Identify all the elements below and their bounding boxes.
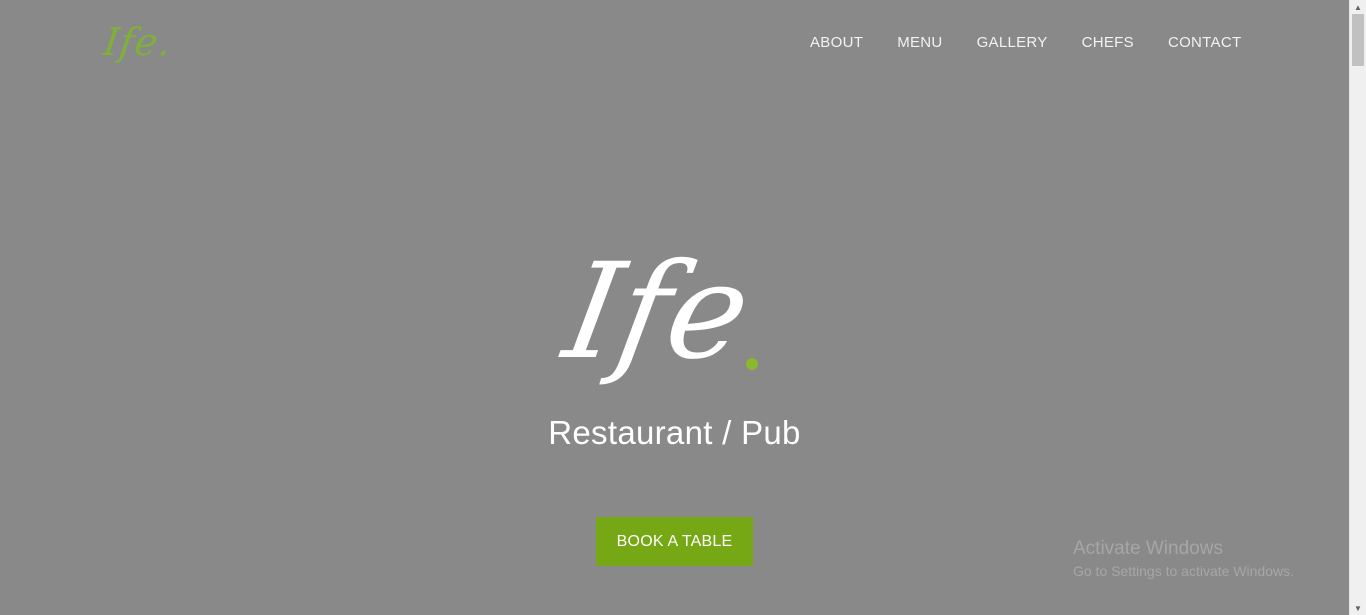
nav-item-gallery[interactable]: GALLERY	[977, 34, 1048, 51]
hero-logo-dot	[746, 358, 758, 370]
windows-activation-watermark: Activate Windows Go to Settings to activ…	[1073, 537, 1294, 581]
nav-item-menu[interactable]: MENU	[897, 34, 942, 51]
hero-section: Ife. ABOUT MENU GALLERY CHEFS CONTACT If…	[0, 0, 1349, 615]
activation-subtitle: Go to Settings to activate Windows.	[1073, 563, 1294, 579]
nav-item-chefs[interactable]: CHEFS	[1082, 34, 1134, 51]
hero-logo: Ife	[554, 235, 780, 416]
page: Ife. ABOUT MENU GALLERY CHEFS CONTACT If…	[0, 0, 1366, 615]
nav-item-about[interactable]: ABOUT	[810, 34, 863, 51]
scroll-up-arrow-icon[interactable]: ▲	[1350, 0, 1366, 14]
main-nav: ABOUT MENU GALLERY CHEFS CONTACT	[810, 34, 1275, 51]
activation-title: Activate Windows	[1073, 538, 1223, 559]
hero-logo-text: Ife	[554, 235, 761, 389]
book-table-button[interactable]: BOOK A TABLE	[596, 517, 753, 566]
vertical-scrollbar[interactable]: ▲ ▼	[1349, 0, 1366, 615]
hero-subtitle: Restaurant / Pub	[548, 414, 801, 451]
scroll-down-arrow-icon[interactable]: ▼	[1350, 601, 1366, 615]
site-logo[interactable]: Ife.	[101, 20, 175, 64]
scrollbar-thumb[interactable]	[1352, 14, 1364, 66]
nav-item-contact[interactable]: CONTACT	[1168, 34, 1241, 51]
